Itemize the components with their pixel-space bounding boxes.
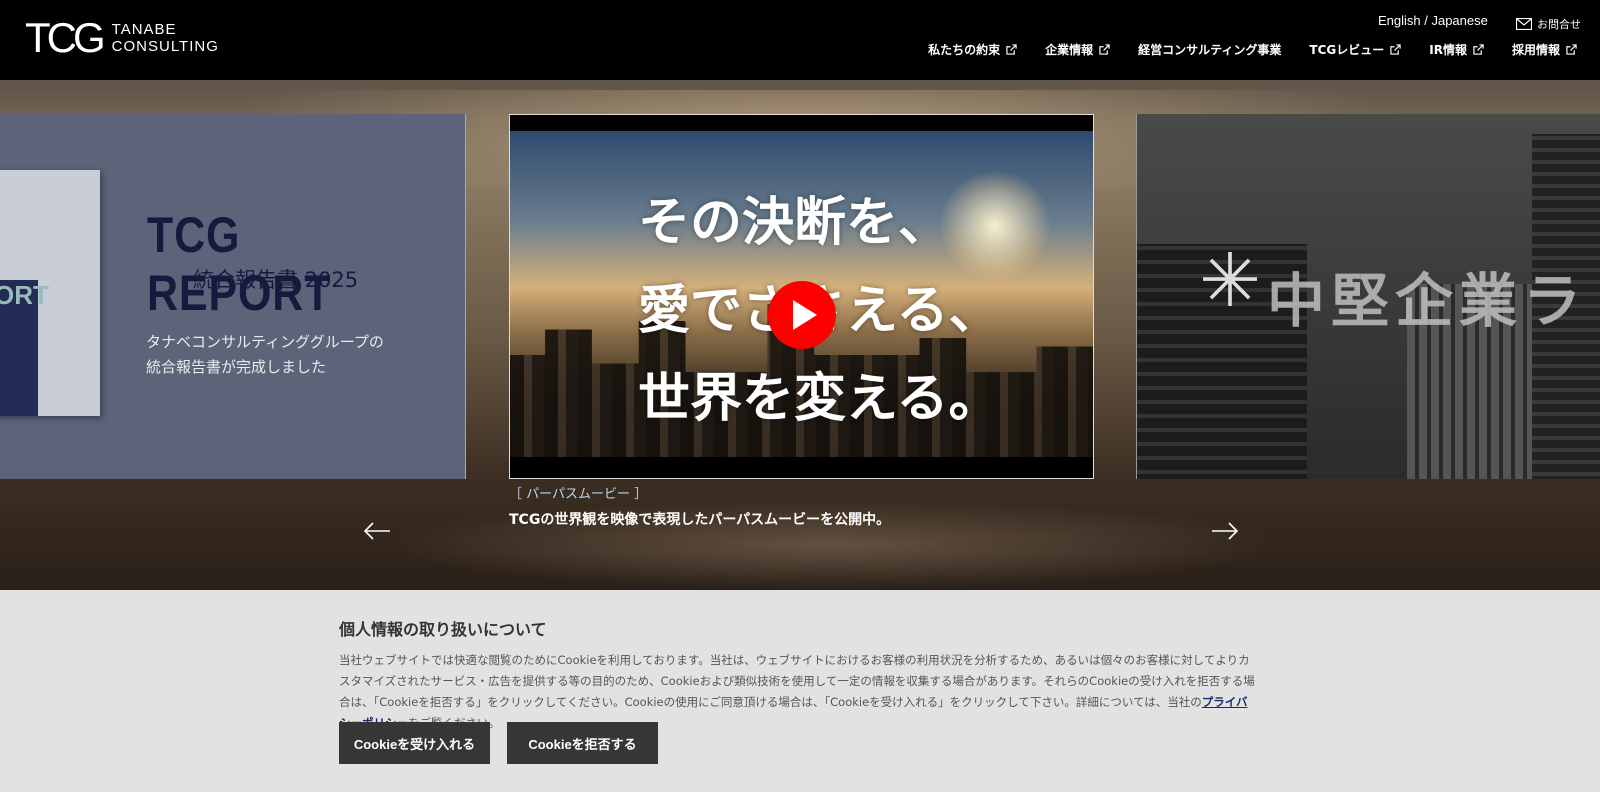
report-cover-text: ORT	[0, 280, 49, 310]
slide-title-text: 中堅企業ラ	[1267, 267, 1588, 335]
contact-link[interactable]: お問合せ	[1516, 16, 1581, 32]
arrow-right-icon[interactable]	[1210, 520, 1240, 542]
nav-item-company[interactable]: 企業情報	[1045, 41, 1110, 58]
site-header: TCG TANABE CONSULTING English / Japanese…	[0, 0, 1600, 80]
cookie-body-text: 当社ウェブサイトでは快適な閲覧のためにCookieを利用しております。当社は、ウ…	[339, 653, 1255, 709]
mail-icon	[1516, 18, 1532, 30]
language-switch[interactable]: English / Japanese	[1378, 13, 1488, 28]
video-thumbnail: その決断を、 愛でささえる、 世界を変える。	[510, 131, 1093, 457]
external-link-icon	[1566, 44, 1577, 55]
nav-label: 私たちの約束	[928, 43, 1001, 57]
slide-purpose-movie[interactable]: その決断を、 愛でささえる、 世界を変える。	[509, 114, 1094, 479]
logo-line-2: CONSULTING	[111, 38, 219, 55]
logo-line-1: TANABE	[111, 21, 177, 38]
play-button[interactable]	[768, 281, 836, 349]
external-link-icon	[1390, 44, 1401, 55]
cookie-banner: 個人情報の取り扱いについて 当社ウェブサイトでは快適な閲覧のためにCookieを…	[0, 590, 1600, 792]
accept-cookies-button[interactable]: Cookieを受け入れる	[339, 722, 490, 764]
report-cover-image: ORT	[0, 170, 100, 416]
report-subtitle: 統合報告書 2025	[193, 268, 359, 292]
report-description: タナベコンサルティンググループの 統合報告書が完成しました	[146, 330, 384, 380]
external-link-icon	[1006, 44, 1017, 55]
nav-item-ir[interactable]: IR情報	[1429, 41, 1484, 58]
contact-label: お問合せ	[1537, 18, 1581, 31]
nav-label: 採用情報	[1511, 43, 1560, 57]
external-link-icon	[1099, 44, 1110, 55]
nav-label: TCGレビュー	[1309, 43, 1385, 57]
video-headline-line-1: その決断を、	[638, 192, 951, 253]
report-desc-line-2: 統合報告書が完成しました	[146, 358, 327, 376]
nav-label: 経営コンサルティング事業	[1138, 43, 1282, 57]
video-headline-line-3: 世界を変える。	[638, 368, 1001, 429]
nav-item-review[interactable]: TCGレビュー	[1309, 41, 1401, 58]
logo-mark: TCG	[25, 14, 106, 61]
arrow-left-icon[interactable]	[362, 520, 392, 542]
slide-title: 中堅企業ラ	[1203, 254, 1587, 338]
hero-carousel: ORT TCG REPORT 統合報告書 2025 タナベコンサルティンググルー…	[0, 80, 1600, 590]
play-icon	[792, 300, 817, 330]
external-link-icon	[1473, 44, 1484, 55]
nav-item-consulting[interactable]: 経営コンサルティング事業	[1138, 41, 1281, 58]
reject-cookies-button[interactable]: Cookieを拒否する	[507, 722, 658, 764]
logo-text: TANABE CONSULTING	[112, 21, 219, 55]
tcg-logo[interactable]: TCG TANABE CONSULTING	[25, 17, 219, 59]
caption-text[interactable]: TCGの世界観を映像で表現したパーパスムービーを公開中。	[509, 509, 890, 529]
nav-label: 企業情報	[1045, 43, 1094, 57]
cookie-title: 個人情報の取り扱いについて	[339, 620, 547, 639]
nav-item-promise[interactable]: 私たちの約束	[928, 41, 1017, 58]
nav-label: IR情報	[1429, 43, 1467, 57]
slide-tcg-report[interactable]: ORT TCG REPORT 統合報告書 2025 タナベコンサルティンググルー…	[0, 114, 466, 479]
nav-item-recruit[interactable]: 採用情報	[1512, 41, 1577, 58]
main-nav: 私たちの約束 企業情報 経営コンサルティング事業 TCGレビュー IR情報 採用…	[928, 41, 1577, 58]
report-desc-line-1: タナベコンサルティンググループの	[146, 333, 384, 351]
caption-category: ［ パーパスムービー ］	[509, 487, 648, 502]
slide-midsize-companies[interactable]: ✳ 中堅企業ラ	[1136, 114, 1600, 479]
